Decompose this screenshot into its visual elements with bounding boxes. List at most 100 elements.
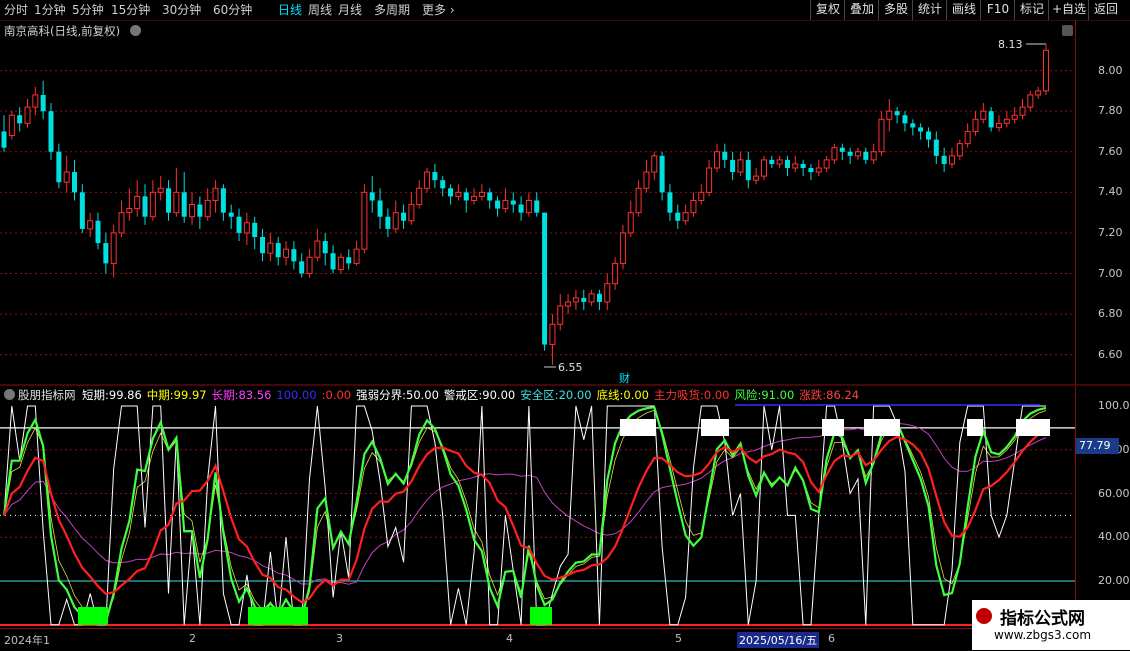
warning-box bbox=[701, 419, 729, 436]
candle-body bbox=[220, 188, 226, 213]
candle-body bbox=[972, 118, 979, 132]
candle-body bbox=[448, 188, 454, 197]
candle-body bbox=[243, 222, 250, 234]
candle-body bbox=[612, 262, 619, 285]
candle-body bbox=[902, 115, 908, 124]
candle-body bbox=[933, 139, 939, 156]
candle-body bbox=[478, 191, 485, 197]
candle-body bbox=[72, 172, 78, 193]
candle-body bbox=[713, 151, 720, 169]
candle-body bbox=[863, 151, 869, 160]
candle-body bbox=[1011, 114, 1018, 120]
candle-body bbox=[63, 171, 70, 183]
candle-body bbox=[369, 192, 375, 201]
candle-body bbox=[432, 172, 438, 181]
candle-body bbox=[792, 163, 799, 169]
warning-box bbox=[1016, 419, 1050, 436]
candle-body bbox=[847, 151, 853, 156]
candle-body bbox=[267, 242, 274, 254]
candle-body bbox=[87, 220, 94, 230]
date-axis bbox=[0, 628, 1075, 651]
candle-body bbox=[878, 118, 885, 153]
candle-body bbox=[56, 151, 62, 183]
candle-body bbox=[8, 114, 15, 137]
candle-body bbox=[894, 111, 900, 116]
candle-body bbox=[314, 240, 321, 258]
candle-body bbox=[306, 256, 313, 275]
candle-body bbox=[189, 204, 196, 218]
low-price-label: 6.55 bbox=[558, 361, 583, 374]
candle-body bbox=[118, 212, 125, 234]
watermark-logo-icon bbox=[976, 608, 992, 624]
candle-body bbox=[784, 159, 790, 168]
date-tick-label: 5 bbox=[675, 632, 682, 645]
candle-body bbox=[745, 159, 751, 181]
candle-body bbox=[337, 256, 344, 270]
warning-box bbox=[620, 419, 656, 436]
candle-body bbox=[487, 192, 493, 201]
candle-body bbox=[204, 199, 211, 218]
watermark-title: 指标公式网 bbox=[1000, 609, 1085, 629]
watermark-url: www.zbgs3.com bbox=[994, 628, 1092, 642]
candle-body bbox=[1003, 118, 1010, 124]
accumulation-bar bbox=[530, 607, 552, 625]
candle-body bbox=[808, 168, 814, 173]
candle-body bbox=[737, 159, 744, 173]
candle-body bbox=[408, 204, 415, 222]
candle-body bbox=[424, 171, 431, 189]
candle-body bbox=[1, 131, 7, 148]
candle-body bbox=[1027, 94, 1034, 108]
candle-body bbox=[823, 159, 830, 169]
candle-body bbox=[964, 130, 971, 145]
candle-body bbox=[831, 147, 838, 161]
accumulation-bar bbox=[78, 607, 108, 625]
event-marker[interactable]: 财 bbox=[619, 370, 630, 386]
candle-body bbox=[667, 192, 673, 213]
candle-body bbox=[769, 159, 775, 164]
candle-body bbox=[596, 293, 602, 302]
high-price-label: 8.13 bbox=[998, 38, 1023, 51]
candle-body bbox=[181, 192, 187, 217]
candle-body bbox=[275, 243, 281, 258]
candle-body bbox=[619, 232, 626, 264]
date-tick-label: 6 bbox=[828, 632, 835, 645]
warning-box bbox=[864, 419, 900, 436]
candle-body bbox=[706, 167, 713, 193]
candle-body bbox=[776, 159, 783, 165]
candle-body bbox=[839, 147, 845, 152]
candle-body bbox=[495, 200, 501, 209]
chart-canvas[interactable] bbox=[0, 0, 1130, 650]
candle-body bbox=[330, 253, 336, 270]
candle-body bbox=[815, 167, 822, 173]
candle-body bbox=[173, 191, 180, 214]
candle-body bbox=[635, 187, 642, 214]
candle-body bbox=[1019, 106, 1026, 116]
candle-body bbox=[854, 151, 861, 157]
candle-body bbox=[236, 216, 242, 233]
candle-body bbox=[291, 249, 297, 262]
candle-body bbox=[260, 237, 266, 254]
candle-body bbox=[353, 248, 360, 264]
candle-body bbox=[995, 122, 1002, 128]
candle-body bbox=[392, 212, 399, 230]
candle-body bbox=[659, 155, 665, 193]
candle-body bbox=[149, 191, 156, 218]
candle-body bbox=[651, 155, 658, 173]
candle-body bbox=[126, 208, 133, 214]
candle-body bbox=[510, 200, 516, 205]
candle-body bbox=[675, 212, 681, 221]
candle-body bbox=[322, 241, 328, 254]
candle-body bbox=[534, 200, 540, 213]
candle-body bbox=[941, 155, 947, 164]
candle-body bbox=[197, 204, 203, 217]
candle-body bbox=[988, 111, 994, 128]
candle-body bbox=[698, 191, 705, 201]
candle-body bbox=[588, 293, 595, 303]
candle-body bbox=[604, 283, 611, 303]
candle-body bbox=[24, 106, 31, 124]
candle-body bbox=[79, 192, 85, 229]
watermark: 指标公式网 www.zbgs3.com bbox=[972, 600, 1130, 650]
candle-body bbox=[525, 199, 532, 214]
candles bbox=[1, 43, 1049, 368]
candle-body bbox=[157, 187, 164, 193]
